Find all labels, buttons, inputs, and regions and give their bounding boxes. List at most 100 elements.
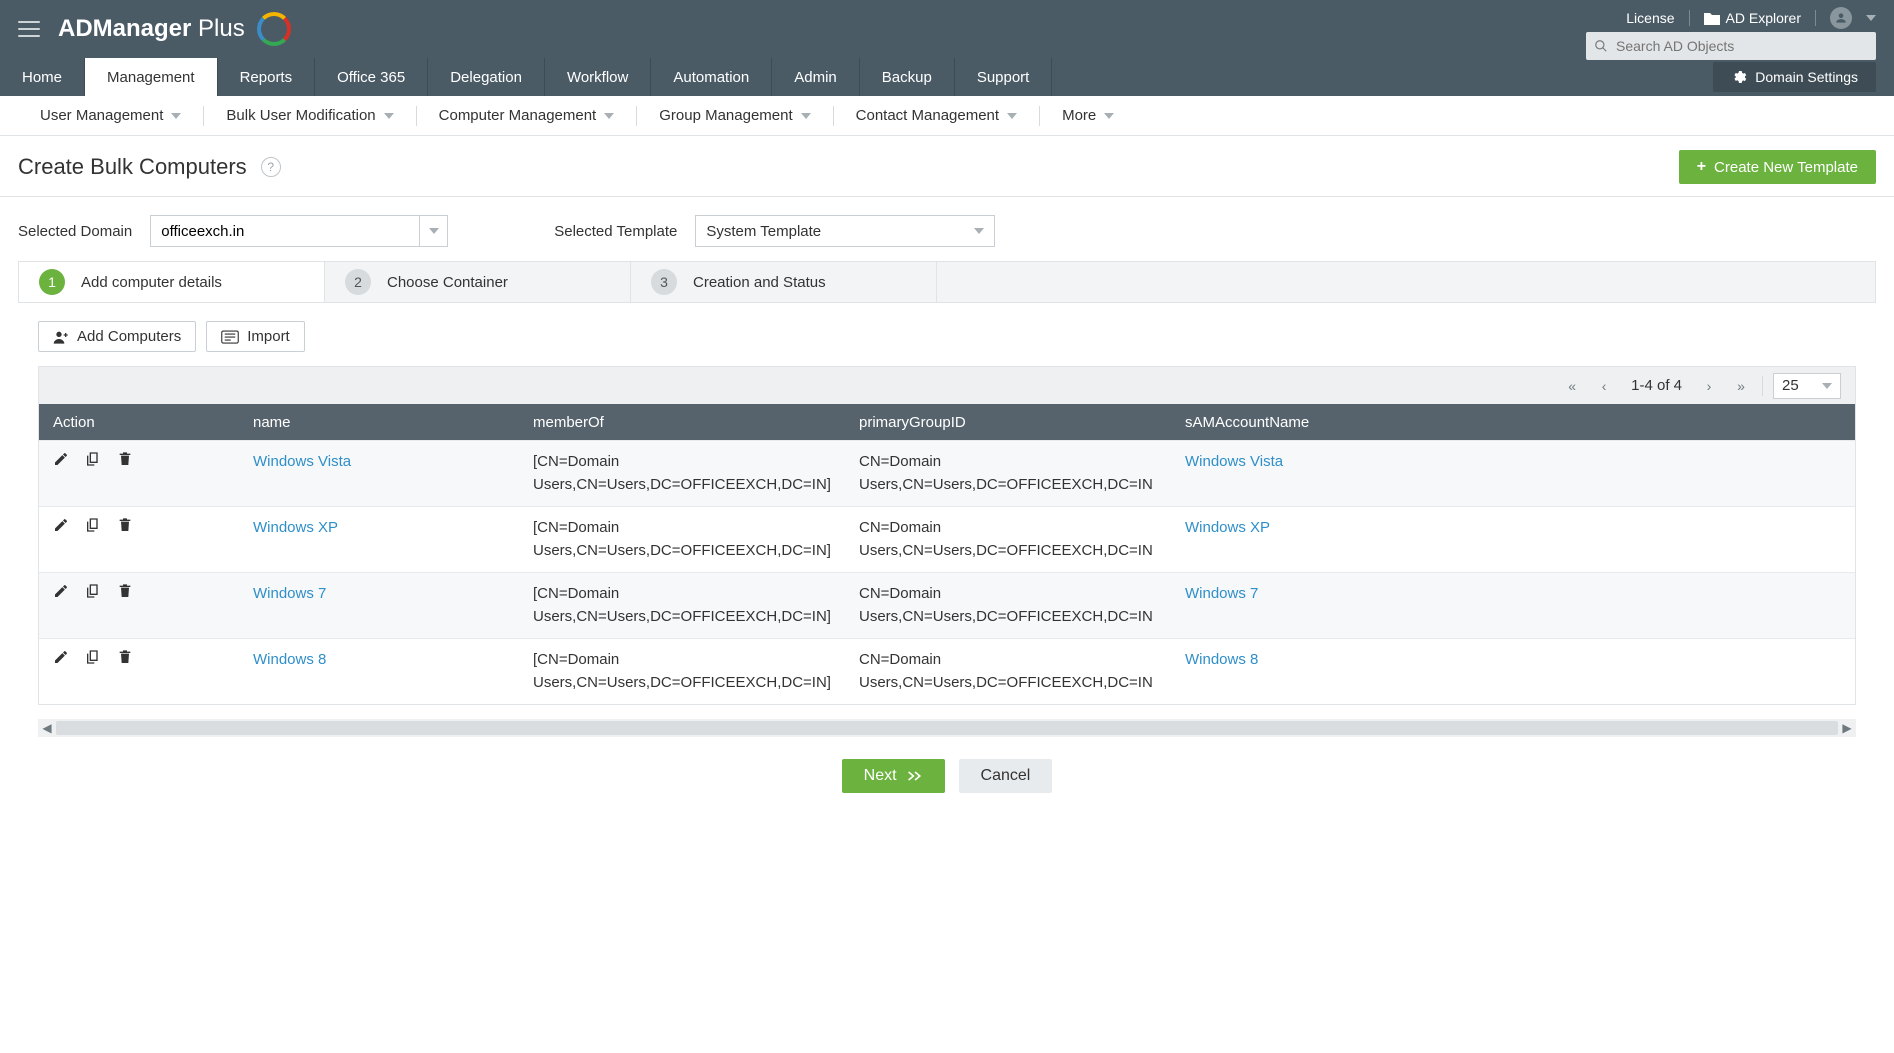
import-button[interactable]: Import (206, 321, 305, 352)
nav-tab-workflow[interactable]: Workflow (545, 58, 651, 96)
wizard-filler (937, 262, 1875, 302)
row-actions (39, 649, 239, 667)
edit-icon[interactable] (53, 649, 71, 667)
row-sam-link[interactable]: Windows Vista (1185, 453, 1283, 470)
subnav-group-management[interactable]: Group Management (637, 107, 832, 124)
chevron-down-icon (801, 113, 811, 119)
scroll-left-icon[interactable]: ◀ (38, 721, 56, 735)
subnav-label: Contact Management (856, 107, 999, 124)
copy-icon[interactable] (85, 583, 103, 601)
next-label: Next (864, 767, 897, 785)
row-actions (39, 451, 239, 469)
create-new-template-label: Create New Template (1714, 159, 1858, 176)
subnav-label: User Management (40, 107, 163, 124)
table-header: Action name memberOf primaryGroupID sAMA… (39, 404, 1855, 440)
nav-tab-backup[interactable]: Backup (860, 58, 955, 96)
edit-icon[interactable] (53, 583, 71, 601)
selected-template-label: Selected Template (554, 223, 677, 240)
next-button[interactable]: Next (842, 759, 945, 793)
nav-tab-office-365[interactable]: Office 365 (315, 58, 428, 96)
edit-icon[interactable] (53, 517, 71, 535)
row-sam-link[interactable]: Windows 8 (1185, 651, 1258, 668)
table-row: Windows Vista[CN=Domain Users,CN=Users,D… (39, 440, 1855, 506)
row-primarygroupid: CN=Domain Users,CN=Users,DC=OFFICEEXCH,D… (845, 583, 1171, 628)
ad-explorer-link[interactable]: AD Explorer (1704, 10, 1801, 26)
col-primarygroupid: primaryGroupID (845, 414, 1171, 431)
copy-icon[interactable] (85, 451, 103, 469)
edit-icon[interactable] (53, 451, 71, 469)
nav-tab-home[interactable]: Home (0, 58, 85, 96)
subnav-user-management[interactable]: User Management (18, 107, 203, 124)
divider (1689, 10, 1690, 26)
pager-last-button[interactable]: » (1730, 375, 1752, 397)
delete-icon[interactable] (117, 583, 135, 601)
nav-tab-reports[interactable]: Reports (218, 58, 316, 96)
main-nav: HomeManagementReportsOffice 365Delegatio… (0, 58, 1894, 96)
brand-light: Plus (198, 15, 245, 42)
brand-logo[interactable]: ADManager Plus (58, 12, 291, 46)
step-number: 1 (39, 269, 65, 295)
nav-tab-support[interactable]: Support (955, 58, 1053, 96)
selected-domain-combo[interactable] (150, 215, 448, 247)
row-name-link[interactable]: Windows 8 (253, 651, 326, 668)
row-name-link[interactable]: Windows XP (253, 519, 338, 536)
search-input[interactable] (1616, 38, 1876, 54)
chevron-down-icon (974, 228, 984, 234)
row-primarygroupid: CN=Domain Users,CN=Users,DC=OFFICEEXCH,D… (845, 451, 1171, 496)
cancel-button[interactable]: Cancel (959, 759, 1053, 793)
subnav-contact-management[interactable]: Contact Management (834, 107, 1039, 124)
row-sam-link[interactable]: Windows 7 (1185, 585, 1258, 602)
chevron-down-icon (1822, 383, 1832, 389)
user-menu[interactable] (1830, 7, 1852, 29)
search-box[interactable] (1586, 32, 1876, 60)
pager-bar: « ‹ 1-4 of 4 › » 25 (38, 366, 1856, 404)
license-link[interactable]: License (1626, 10, 1674, 26)
subnav-more[interactable]: More (1040, 107, 1136, 124)
chevron-down-icon[interactable] (1866, 15, 1876, 21)
step-number: 2 (345, 269, 371, 295)
copy-icon[interactable] (85, 517, 103, 535)
menu-icon[interactable] (18, 21, 40, 37)
row-primarygroupid: CN=Domain Users,CN=Users,DC=OFFICEEXCH,D… (845, 649, 1171, 694)
row-sam-link[interactable]: Windows XP (1185, 519, 1270, 536)
add-computers-button[interactable]: Add Computers (38, 321, 196, 352)
subnav-label: Computer Management (439, 107, 597, 124)
page-size-select[interactable]: 25 (1773, 373, 1841, 399)
copy-icon[interactable] (85, 649, 103, 667)
nav-tab-management[interactable]: Management (85, 58, 218, 96)
pager-first-button[interactable]: « (1561, 375, 1583, 397)
import-icon (221, 330, 239, 344)
delete-icon[interactable] (117, 451, 135, 469)
selected-template-value: System Template (706, 223, 821, 240)
create-new-template-button[interactable]: + Create New Template (1679, 150, 1876, 184)
wizard-tabs: 1Add computer details2Choose Container3C… (18, 261, 1876, 303)
chevron-down-icon (1007, 113, 1017, 119)
nav-tab-automation[interactable]: Automation (651, 58, 772, 96)
help-icon[interactable]: ? (261, 157, 281, 177)
scroll-track[interactable] (56, 721, 1838, 735)
pager-next-button[interactable]: › (1698, 375, 1720, 397)
brand-swirl-icon (257, 12, 291, 46)
delete-icon[interactable] (117, 517, 135, 535)
horizontal-scrollbar[interactable]: ◀ ▶ (38, 719, 1856, 737)
selected-domain-dropdown-button[interactable] (420, 215, 448, 247)
subnav-computer-management[interactable]: Computer Management (417, 107, 637, 124)
sub-nav: User Management Bulk User Modification Com… (0, 96, 1894, 136)
selected-domain-input[interactable] (150, 215, 420, 247)
gear-icon (1731, 69, 1747, 85)
selected-template-combo[interactable]: System Template (695, 215, 995, 247)
nav-tab-delegation[interactable]: Delegation (428, 58, 545, 96)
row-name-link[interactable]: Windows Vista (253, 453, 351, 470)
row-actions (39, 517, 239, 535)
search-icon (1586, 39, 1616, 53)
pager-prev-button[interactable]: ‹ (1593, 375, 1615, 397)
subnav-bulk-user-modification[interactable]: Bulk User Modification (204, 107, 415, 124)
domain-settings-button[interactable]: Domain Settings (1713, 62, 1876, 92)
wizard-step-1[interactable]: 1Add computer details (19, 262, 325, 302)
wizard-step-3[interactable]: 3Creation and Status (631, 262, 937, 302)
nav-tab-admin[interactable]: Admin (772, 58, 860, 96)
wizard-step-2[interactable]: 2Choose Container (325, 262, 631, 302)
delete-icon[interactable] (117, 649, 135, 667)
row-name-link[interactable]: Windows 7 (253, 585, 326, 602)
scroll-right-icon[interactable]: ▶ (1838, 721, 1856, 735)
